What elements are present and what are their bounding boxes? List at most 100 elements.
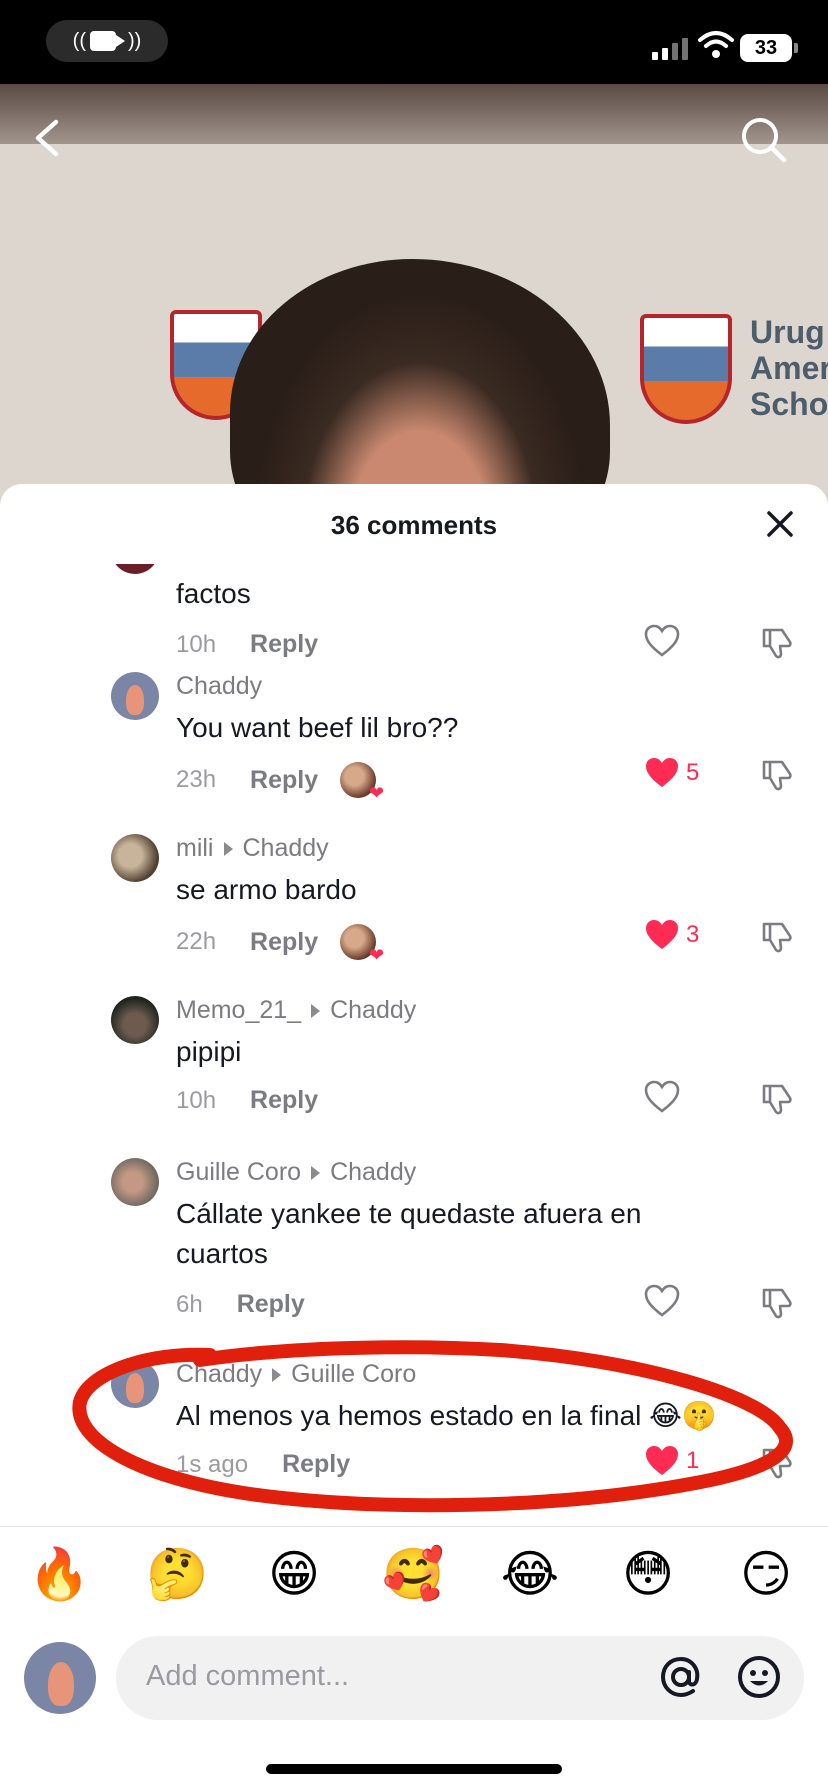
comments-list[interactable]: factos 10h Reply Chaddy You want beef li… <box>0 564 828 1512</box>
avatar[interactable] <box>111 1360 159 1408</box>
mention-at-icon[interactable] <box>658 1654 704 1700</box>
comment-time: 22h <box>176 928 217 955</box>
avatar[interactable] <box>111 564 159 574</box>
like-button[interactable]: 1 <box>644 1444 699 1478</box>
recording-waves-right-icon: )) <box>128 29 142 52</box>
emoji-thinking[interactable]: 🤔 <box>146 1544 208 1604</box>
emoji-smiling-hearts[interactable]: 🥰 <box>382 1544 444 1604</box>
comment-text: se armo bardo <box>176 874 357 905</box>
like-button[interactable]: 3 <box>644 918 699 952</box>
username-text: Chaddy <box>176 672 263 700</box>
comment-meta: 1s ago Reply <box>176 1450 350 1479</box>
emoji-tears-of-joy[interactable]: 😂 <box>500 1544 560 1604</box>
liked-by-creator-badge <box>340 924 384 966</box>
dislike-icon[interactable] <box>760 918 796 954</box>
comments-header: 36 comments <box>0 484 828 564</box>
search-icon[interactable] <box>738 114 790 166</box>
heart-filled-icon <box>646 758 678 787</box>
wifi-icon <box>698 31 734 58</box>
username-text: mili <box>176 834 214 862</box>
emoji-grin[interactable]: 😁 <box>264 1544 324 1604</box>
comment-time: 23h <box>176 766 217 793</box>
reply-arrow-icon <box>311 1003 321 1018</box>
comment-text: Al menos ya hemos estado en la final 😂🤫 <box>176 1400 717 1431</box>
home-indicator <box>266 1764 562 1774</box>
comment-username[interactable]: Guille Coro Chaddy <box>176 1158 416 1187</box>
current-user-avatar[interactable] <box>24 1642 96 1714</box>
comment-text: You want beef lil bro?? <box>176 712 459 743</box>
comment-text: pipipi <box>176 1036 242 1067</box>
emoji-picker-icon[interactable] <box>736 1654 782 1700</box>
comment-username[interactable]: Chaddy Guille Coro <box>176 1360 416 1389</box>
close-icon[interactable] <box>762 506 798 542</box>
quick-emoji-bar: 🔥 🤔 😁 🥰 😂 😳 😏 <box>0 1544 828 1614</box>
reply-button[interactable]: Reply <box>237 1290 305 1319</box>
avatar[interactable] <box>111 1158 159 1206</box>
reply-arrow-icon <box>272 1367 282 1382</box>
reply-arrow-icon <box>223 841 233 856</box>
input-placeholder: Add comment... <box>146 1660 350 1692</box>
status-bar: (( )) 33 <box>0 0 828 84</box>
heart-filled-icon <box>646 920 678 949</box>
comment-text: factos <box>176 578 251 609</box>
emoji-smirk[interactable]: 😏 <box>736 1544 796 1604</box>
reply-button[interactable]: Reply <box>282 1450 350 1479</box>
heart-outline-icon <box>644 1284 680 1317</box>
like-count: 5 <box>686 759 700 786</box>
add-comment-input[interactable]: Add comment... <box>116 1636 804 1720</box>
like-button[interactable] <box>644 1080 680 1114</box>
comments-count-title: 36 comments <box>330 510 498 540</box>
comment-meta: 23h Reply <box>176 762 384 804</box>
like-button[interactable] <box>644 624 680 658</box>
comment-time: 1s ago <box>176 1450 249 1478</box>
avatar[interactable] <box>111 672 159 720</box>
dislike-icon[interactable] <box>760 1284 796 1320</box>
comment-username[interactable]: mili Chaddy <box>176 834 329 863</box>
reply-to-username: Chaddy <box>330 1158 417 1186</box>
username-text: Memo_21_ <box>176 996 302 1024</box>
video-background[interactable]: Urug Amer Scho <box>0 84 828 514</box>
heart-outline-icon <box>644 1080 680 1113</box>
comment-meta: 6h Reply <box>176 1290 305 1319</box>
battery-indicator: 33 <box>740 34 798 62</box>
dislike-icon[interactable] <box>760 1080 796 1116</box>
screen-recording-indicator[interactable]: (( )) <box>46 20 168 62</box>
cellular-signal-icon <box>652 38 688 60</box>
back-arrow-icon[interactable] <box>28 116 68 160</box>
recording-waves-left-icon: (( <box>72 29 86 52</box>
comment-username[interactable]: Chaddy <box>176 672 262 701</box>
comment-time: 10h <box>176 630 217 658</box>
comment-meta: 10h Reply <box>176 1086 318 1115</box>
dislike-icon[interactable] <box>760 624 796 660</box>
dislike-icon[interactable] <box>760 1444 796 1480</box>
comment-username[interactable]: Memo_21_ Chaddy <box>176 996 416 1025</box>
reply-to-username: Guille Coro <box>291 1360 417 1388</box>
liked-by-creator-badge <box>340 762 384 804</box>
heart-filled-icon <box>646 1446 678 1475</box>
divider <box>0 1526 828 1527</box>
dislike-icon[interactable] <box>760 756 796 792</box>
comment-meta: 22h Reply <box>176 924 384 966</box>
comment-time: 10h <box>176 1086 217 1114</box>
reply-to-username: Chaddy <box>330 996 417 1024</box>
like-count: 3 <box>686 921 700 948</box>
school-name-text: Urug Amer Scho <box>750 314 828 422</box>
username-text: Guille Coro <box>176 1158 302 1186</box>
comment-meta: 10h Reply <box>176 630 318 659</box>
comment-text: Cállate yankee te quedaste afuera en cua… <box>176 1198 642 1269</box>
username-text: Chaddy <box>176 1360 263 1388</box>
emoji-flushed[interactable]: 😳 <box>618 1544 678 1604</box>
reply-button[interactable]: Reply <box>250 630 318 659</box>
reply-button[interactable]: Reply <box>250 928 318 957</box>
heart-outline-icon <box>644 624 680 657</box>
emoji-fire[interactable]: 🔥 <box>28 1544 90 1604</box>
avatar[interactable] <box>111 996 159 1044</box>
like-button[interactable] <box>644 1284 680 1318</box>
school-crest-right <box>640 314 732 424</box>
comment-time: 6h <box>176 1290 203 1318</box>
like-button[interactable]: 5 <box>644 756 699 790</box>
avatar[interactable] <box>111 834 159 882</box>
reply-button[interactable]: Reply <box>250 1086 318 1115</box>
camera-icon <box>90 31 125 51</box>
reply-button[interactable]: Reply <box>250 766 318 795</box>
